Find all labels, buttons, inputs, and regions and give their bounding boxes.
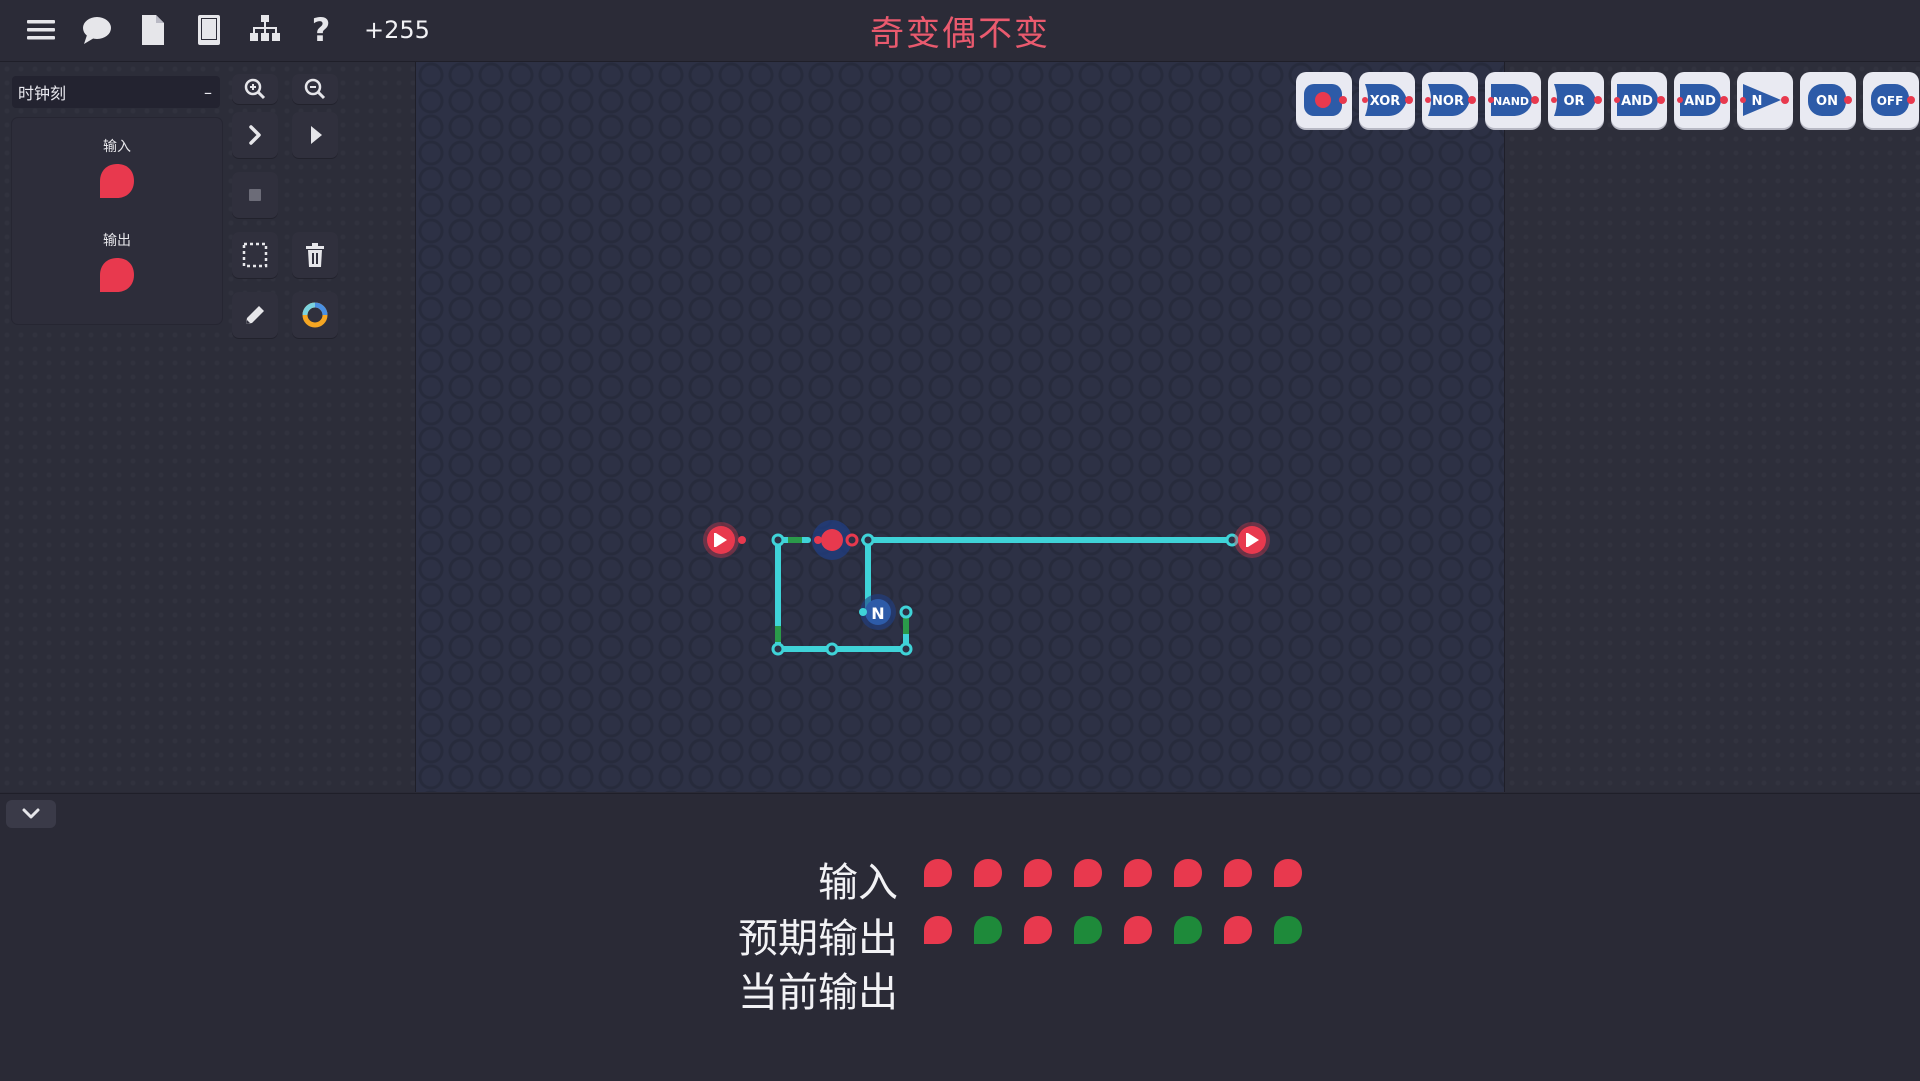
chip-nor-gate[interactable]: NOR bbox=[1422, 72, 1478, 128]
signal-dot bbox=[1124, 916, 1152, 944]
clock-select-value: 时钟刻 bbox=[18, 84, 67, 103]
xor-gate-icon: XOR bbox=[1362, 84, 1413, 116]
clock-select[interactable]: 时钟刻 – bbox=[12, 76, 220, 108]
junction[interactable] bbox=[825, 642, 839, 656]
signal-dot bbox=[974, 916, 1002, 944]
gate-palette: XOR NOR NAND OR AND AND N ON OFF bbox=[1296, 72, 1919, 128]
wires bbox=[775, 537, 1235, 652]
nor-gate-icon: NOR bbox=[1425, 84, 1476, 116]
trash-icon bbox=[306, 243, 324, 267]
svg-text:OR: OR bbox=[1563, 94, 1584, 109]
on-switch-icon: ON bbox=[1808, 84, 1852, 116]
signal-dot bbox=[924, 859, 952, 887]
io-card: 输入 输出 bbox=[12, 118, 222, 324]
play-icon bbox=[311, 126, 322, 144]
signal-dot bbox=[1274, 916, 1302, 944]
current-row-label: 当前输出 bbox=[738, 970, 898, 1016]
right-panel bbox=[1505, 62, 1920, 792]
not-gate-label: N bbox=[871, 604, 884, 623]
off-switch-icon: OFF bbox=[1871, 84, 1915, 116]
collapse-icon: – bbox=[204, 82, 212, 102]
signal-dot bbox=[974, 859, 1002, 887]
input-row-label: 输入 bbox=[818, 860, 898, 906]
svg-text:N: N bbox=[1752, 94, 1763, 109]
stop-icon bbox=[249, 189, 261, 201]
not-gate-icon: N bbox=[1740, 84, 1789, 116]
chip-not-gate[interactable]: N bbox=[1737, 72, 1793, 128]
signal-dot bbox=[1224, 916, 1252, 944]
chip-or-gate[interactable]: OR bbox=[1548, 72, 1604, 128]
chip-off-switch[interactable]: OFF bbox=[1863, 72, 1919, 128]
zoom-in-button[interactable] bbox=[232, 74, 278, 104]
color-button[interactable] bbox=[292, 292, 338, 338]
select-button[interactable] bbox=[232, 232, 278, 278]
chevron-down-icon bbox=[22, 808, 40, 819]
chip-and-gate-2[interactable]: AND bbox=[1674, 72, 1730, 128]
zoom-in-icon bbox=[244, 78, 266, 100]
left-panel: 时钟刻 – 输入 输出 bbox=[0, 62, 415, 792]
chip-on-switch[interactable]: ON bbox=[1800, 72, 1856, 128]
expected-row-label: 预期输出 bbox=[738, 916, 898, 962]
color-wheel-icon bbox=[302, 302, 328, 328]
marquee-select-icon bbox=[242, 242, 268, 268]
circuit-input-node[interactable] bbox=[703, 522, 746, 558]
input-label: 输入 bbox=[103, 139, 131, 155]
input-node-chip-icon bbox=[1304, 84, 1347, 116]
input-node-icon[interactable] bbox=[98, 162, 136, 200]
results-panel: 输入 预期输出 当前输出 bbox=[0, 793, 1920, 1081]
signal-dot bbox=[1174, 859, 1202, 887]
and-gate-icon: AND bbox=[1614, 84, 1665, 116]
junction[interactable] bbox=[771, 533, 785, 547]
circuit-drawing: N bbox=[703, 520, 1270, 656]
svg-text:AND: AND bbox=[1621, 94, 1653, 109]
chip-nand-gate[interactable]: NAND bbox=[1485, 72, 1541, 128]
top-bar: ? +255 奇变偶不变 bbox=[0, 0, 1920, 62]
nand-gate-icon: NAND bbox=[1488, 84, 1539, 116]
collapse-panel-button[interactable] bbox=[6, 800, 56, 828]
output-node-icon[interactable] bbox=[98, 256, 136, 294]
chip-xor-gate[interactable]: XOR bbox=[1359, 72, 1415, 128]
svg-text:XOR: XOR bbox=[1370, 94, 1401, 109]
circuit-not-gate[interactable]: N bbox=[859, 594, 896, 630]
signal-dot bbox=[1274, 859, 1302, 887]
signal-dot bbox=[1124, 859, 1152, 887]
delete-button[interactable] bbox=[292, 232, 338, 278]
chip-and-gate[interactable]: AND bbox=[1611, 72, 1667, 128]
zoom-out-icon bbox=[304, 78, 326, 100]
output-label: 输出 bbox=[103, 233, 131, 249]
svg-text:OFF: OFF bbox=[1877, 94, 1904, 108]
signal-dot bbox=[1224, 859, 1252, 887]
or-gate-icon: OR bbox=[1551, 84, 1602, 116]
svg-text:NAND: NAND bbox=[1493, 95, 1529, 108]
circuit-output-node[interactable] bbox=[1234, 522, 1270, 558]
junction[interactable] bbox=[861, 533, 875, 547]
signal-dot bbox=[1074, 859, 1102, 887]
and-gate-icon: AND bbox=[1677, 84, 1728, 116]
play-button[interactable] bbox=[292, 112, 338, 158]
step-button[interactable] bbox=[232, 112, 278, 158]
junction[interactable] bbox=[899, 642, 913, 656]
signal-dot bbox=[1024, 859, 1052, 887]
signal-dot bbox=[1174, 916, 1202, 944]
signal-dot bbox=[924, 916, 952, 944]
svg-text:ON: ON bbox=[1816, 94, 1838, 109]
chevron-right-icon bbox=[249, 125, 261, 145]
junction[interactable] bbox=[771, 642, 785, 656]
signal-dot bbox=[1024, 916, 1052, 944]
circuit-canvas[interactable]: N bbox=[416, 62, 1504, 792]
stop-button[interactable] bbox=[232, 172, 278, 218]
pencil-icon bbox=[246, 306, 264, 324]
chip-input-node[interactable] bbox=[1296, 72, 1352, 128]
level-title: 奇变偶不变 bbox=[870, 14, 1050, 54]
pencil-button[interactable] bbox=[232, 292, 278, 338]
circuit-buffer-node[interactable] bbox=[812, 520, 859, 560]
junction[interactable] bbox=[899, 605, 913, 619]
signal-dot bbox=[1074, 916, 1102, 944]
svg-text:AND: AND bbox=[1684, 94, 1716, 109]
zoom-out-button[interactable] bbox=[292, 74, 338, 104]
svg-text:NOR: NOR bbox=[1432, 94, 1464, 109]
